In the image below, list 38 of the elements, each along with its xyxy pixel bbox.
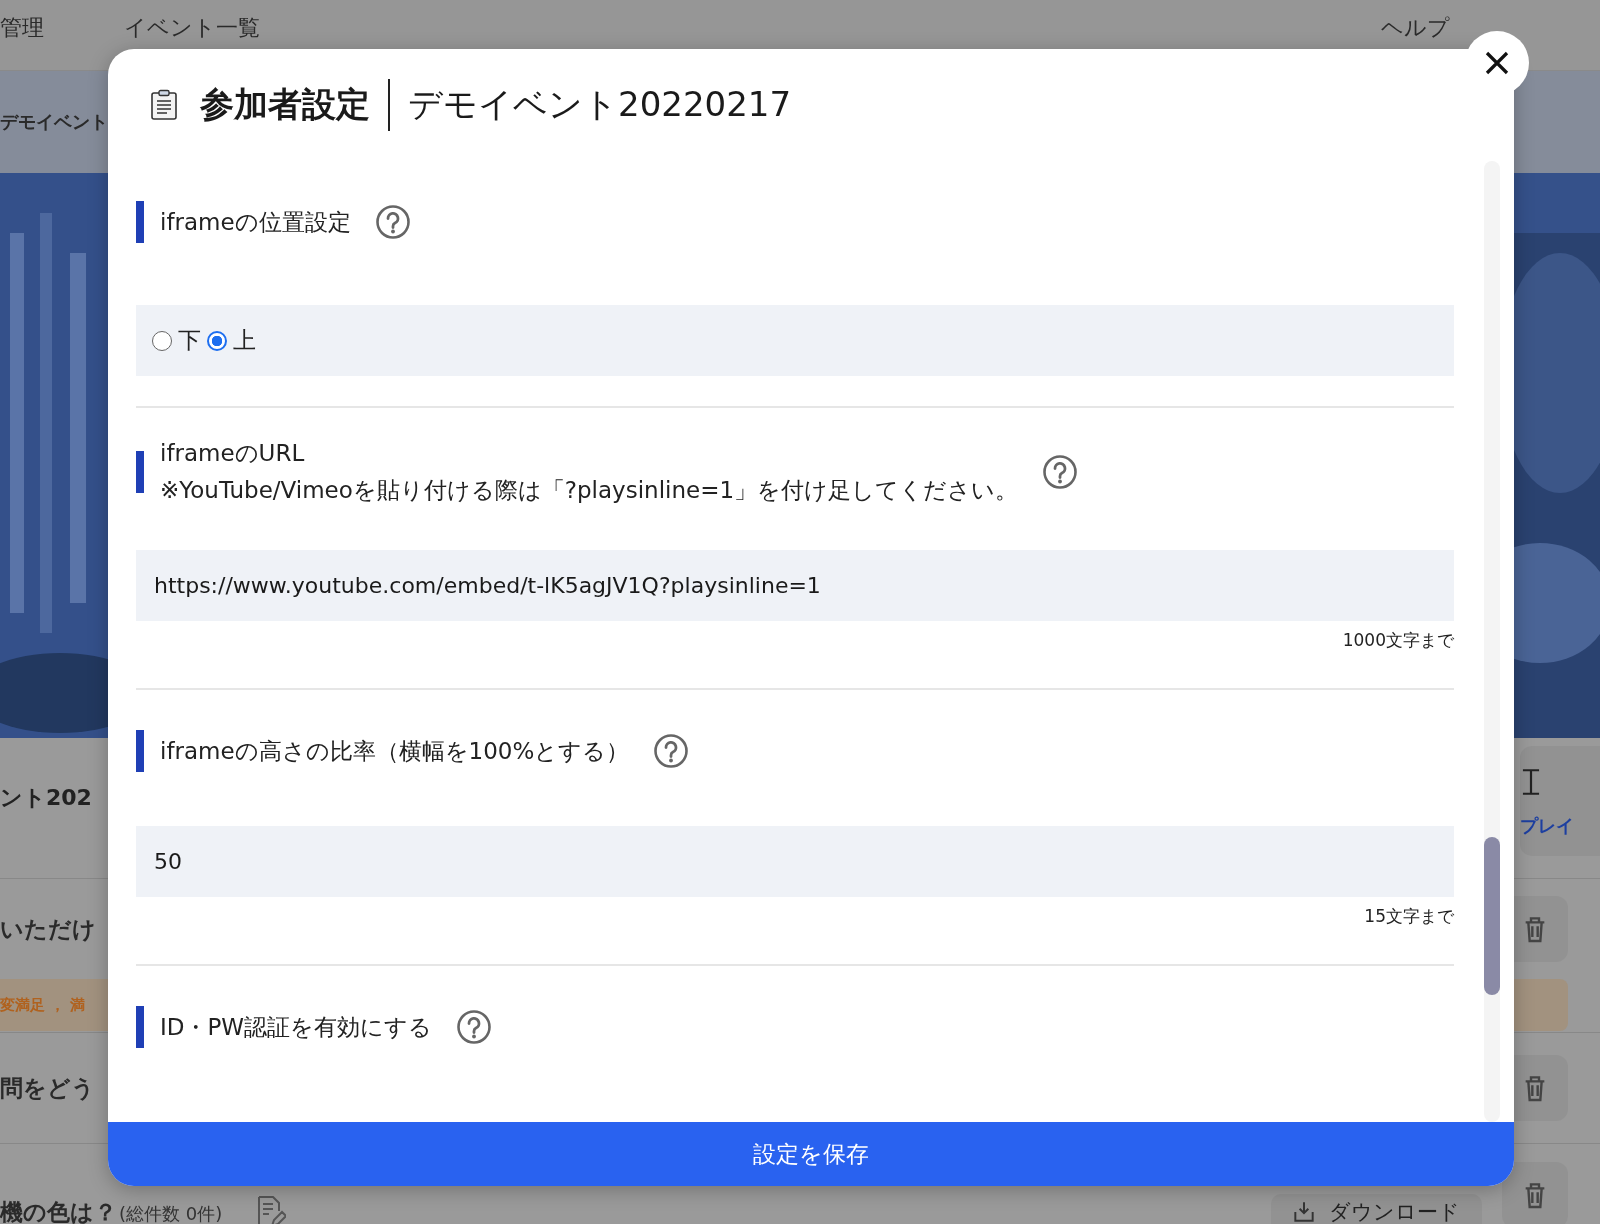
section-heading: iframeの位置設定: [160, 207, 351, 237]
play-button[interactable]: プレイ: [1520, 746, 1600, 856]
input-field[interactable]: https://www.youtube.com/embed/t-lK5agJV1Q?playsinline=1: [136, 550, 1454, 621]
character-limit: 15文字まで: [1364, 905, 1454, 928]
radio-label[interactable]: 下: [178, 325, 201, 356]
answer-count: (総件数 0件): [119, 1202, 223, 1224]
radio-button[interactable]: [152, 330, 172, 351]
event-title: ント202: [0, 784, 92, 812]
scrollbar[interactable]: [1484, 161, 1500, 1122]
section-note: ※YouTube/Vimeoを貼り付ける際は「?playsinline=1」を付け足してください。: [160, 476, 1019, 505]
section-heading: ID・PW認証を有効にする: [160, 1012, 433, 1042]
help-icon[interactable]: [456, 1009, 493, 1045]
section-marker: [136, 730, 144, 772]
section-marker: [136, 451, 144, 493]
download-icon: [1291, 1199, 1317, 1224]
section-heading: iframeのURL: [160, 439, 306, 468]
clipboard-icon: [150, 89, 178, 121]
question-text: 問をどう: [0, 1073, 95, 1103]
input-field[interactable]: 50: [136, 826, 1454, 897]
breadcrumb[interactable]: デモイベント: [0, 110, 108, 134]
section-heading: iframeの高さの比率（横幅を100%とする）: [160, 736, 630, 766]
help-icon[interactable]: [653, 733, 690, 769]
question-text: いただけ: [0, 914, 96, 944]
help-icon[interactable]: [1042, 454, 1079, 490]
radio-button[interactable]: [207, 330, 227, 351]
question-text: 機の色は？: [0, 1198, 117, 1224]
edit-icon[interactable]: [256, 1194, 287, 1224]
section-marker: [136, 1006, 144, 1048]
dialog-title: 参加者設定: [200, 83, 370, 126]
nav-link[interactable]: 管理: [0, 13, 44, 57]
answer-tag: 変満足 ， 満: [0, 995, 86, 1015]
radio-label[interactable]: 上: [233, 325, 256, 356]
section-marker: [136, 201, 144, 243]
csv-download-button[interactable]: ダウンロード: [1271, 1194, 1482, 1224]
help-icon[interactable]: [374, 204, 411, 240]
character-limit: 1000文字まで: [1342, 629, 1454, 652]
event-name: デモイベント20220217: [408, 83, 792, 126]
save-button[interactable]: 設定を保存: [108, 1122, 1514, 1186]
